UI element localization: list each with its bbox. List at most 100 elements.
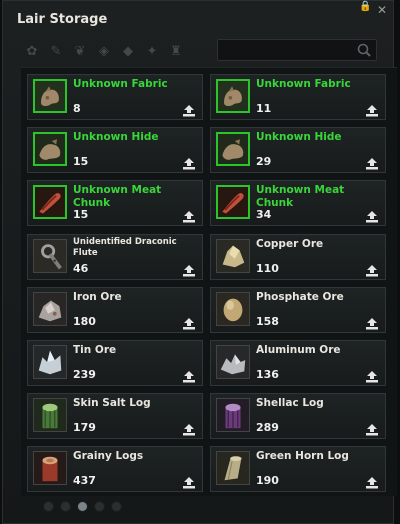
storage-item[interactable]: Aluminum Ore 136: [210, 340, 386, 386]
take-out-icon[interactable]: [182, 208, 196, 223]
page-dot[interactable]: [77, 501, 88, 512]
meat-icon[interactable]: [216, 185, 250, 220]
storage-grid: Unknown Fabric 8 Unknown Fabric 11 Unknown H…: [21, 67, 397, 496]
storage-item[interactable]: Iron Ore 180: [27, 286, 203, 333]
item-quantity: 29: [256, 155, 272, 169]
take-out-icon[interactable]: [182, 102, 196, 117]
item-quantity: 190: [256, 474, 279, 488]
page-dot[interactable]: [94, 501, 105, 512]
item-quantity: 46: [73, 261, 89, 275]
storage-item[interactable]: Unknown Meat Chunk 15: [27, 180, 203, 227]
take-out-icon[interactable]: [365, 155, 379, 170]
copper-ore-icon[interactable]: [216, 238, 250, 273]
meat-icon[interactable]: [33, 185, 67, 220]
take-out-icon[interactable]: [365, 208, 379, 223]
page-dots: [43, 501, 122, 512]
storage-item[interactable]: Unknown Meat Chunk 34: [210, 180, 386, 227]
filter-leaf-icon[interactable]: ❦: [69, 41, 91, 61]
item-quantity: 11: [256, 102, 272, 115]
item-quantity: 289: [256, 421, 279, 435]
filter-tools-icon[interactable]: ✎: [45, 41, 67, 61]
window-title: Lair Storage: [17, 12, 108, 27]
item-quantity: 437: [73, 474, 96, 488]
item-name: Unknown Hide: [256, 131, 342, 144]
flute-icon[interactable]: [33, 238, 67, 273]
storage-item[interactable]: Copper Ore 110: [210, 233, 386, 280]
storage-item[interactable]: Tin Ore 239: [27, 340, 203, 386]
aluminum-ore-icon[interactable]: [216, 345, 250, 379]
fabric-icon[interactable]: [33, 79, 67, 113]
page-dot[interactable]: [111, 501, 122, 512]
item-name: Grainy Logs: [73, 450, 144, 463]
storage-item[interactable]: Unknown Hide 29: [210, 127, 386, 174]
take-out-icon[interactable]: [182, 262, 196, 277]
item-name: Tin Ore: [73, 344, 117, 356]
item-quantity: 180: [73, 314, 96, 328]
item-quantity: 8: [73, 102, 81, 115]
item-name: Unknown Fabric: [256, 78, 351, 90]
page-dot[interactable]: [60, 501, 71, 512]
storage-item[interactable]: Grainy Logs 437: [27, 446, 203, 493]
title-bar[interactable]: Lair Storage 🔒 ✕: [3, 1, 393, 37]
filter-materials-icon[interactable]: ✿: [21, 41, 43, 61]
storage-item[interactable]: Green Horn Log 190: [210, 446, 386, 493]
item-quantity: 179: [73, 421, 96, 435]
item-quantity: 34: [256, 208, 272, 222]
item-name: Shellac Log: [256, 397, 324, 410]
item-name: Unknown Meat Chunk: [256, 184, 345, 210]
hide-icon[interactable]: [216, 132, 250, 167]
storage-item[interactable]: Shellac Log 289: [210, 393, 386, 440]
storage-item[interactable]: Unknown Fabric 8: [27, 74, 203, 120]
item-name: Unknown Meat Chunk: [73, 184, 162, 210]
iron-ore-icon[interactable]: [33, 291, 67, 326]
filter-hide-icon[interactable]: ◈: [93, 41, 115, 61]
horn-log-icon[interactable]: [216, 451, 250, 486]
item-quantity: 15: [73, 155, 89, 169]
take-out-icon[interactable]: [365, 262, 379, 277]
item-name: Phosphate Ore: [256, 290, 344, 303]
search-icon[interactable]: [356, 42, 372, 58]
item-name: Copper Ore: [256, 237, 324, 250]
purple-log-icon[interactable]: [216, 398, 250, 433]
take-out-icon[interactable]: [365, 368, 379, 383]
filter-ore-icon[interactable]: ✦: [141, 41, 163, 61]
item-name: Unknown Hide: [73, 131, 159, 144]
storage-item[interactable]: Skin Salt Log 179: [27, 393, 203, 440]
take-out-icon[interactable]: [182, 368, 196, 383]
item-name: Unknown Fabric: [73, 78, 168, 90]
take-out-icon[interactable]: [182, 474, 196, 489]
storage-item[interactable]: Unknown Fabric 11: [210, 74, 386, 120]
item-name: Iron Ore: [73, 290, 122, 303]
lair-storage-window: Lair Storage 🔒 ✕ ✿ ✎ ❦ ◈ ◆ ✦ ♜ Unknown F…: [2, 0, 397, 524]
item-quantity: 239: [73, 368, 96, 381]
fabric-icon[interactable]: [216, 79, 250, 113]
storage-item[interactable]: Phosphate Ore 158: [210, 286, 386, 333]
take-out-icon[interactable]: [365, 102, 379, 117]
search-input[interactable]: [217, 39, 377, 61]
page-dot[interactable]: [43, 501, 54, 512]
phosphate-ore-icon[interactable]: [216, 291, 250, 326]
take-out-icon[interactable]: [182, 421, 196, 436]
red-log-icon[interactable]: [33, 451, 67, 486]
item-quantity: 136: [256, 368, 279, 381]
item-name: Aluminum Ore: [256, 344, 341, 356]
item-quantity: 110: [256, 261, 279, 275]
item-name: Green Horn Log: [256, 450, 349, 463]
take-out-icon[interactable]: [365, 421, 379, 436]
filter-bag-icon[interactable]: ♜: [165, 41, 187, 61]
item-name: Skin Salt Log: [73, 397, 151, 410]
take-out-icon[interactable]: [365, 474, 379, 489]
filter-gem-icon[interactable]: ◆: [117, 41, 139, 61]
item-quantity: 15: [73, 208, 89, 222]
green-log-icon[interactable]: [33, 398, 67, 433]
lock-icon[interactable]: 🔒: [359, 2, 371, 12]
take-out-icon[interactable]: [365, 315, 379, 330]
storage-item[interactable]: Unidentified Draconic Flute 46: [27, 233, 203, 280]
category-filter-bar: ✿ ✎ ❦ ◈ ◆ ✦ ♜: [21, 41, 187, 61]
take-out-icon[interactable]: [182, 155, 196, 170]
hide-icon[interactable]: [33, 132, 67, 167]
tin-ore-icon[interactable]: [33, 345, 67, 379]
storage-item[interactable]: Unknown Hide 15: [27, 127, 203, 174]
take-out-icon[interactable]: [182, 315, 196, 330]
close-icon[interactable]: ✕: [375, 3, 389, 17]
